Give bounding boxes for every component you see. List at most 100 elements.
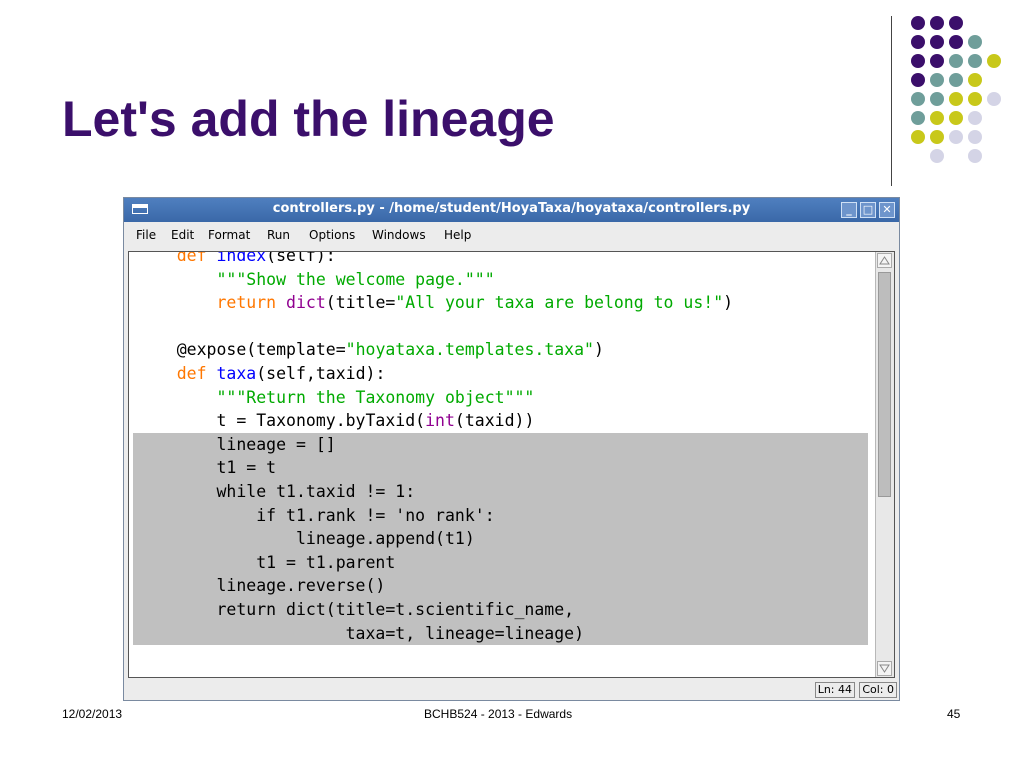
- code-line: """Show the welcome page.""": [137, 268, 868, 292]
- menu-help[interactable]: Help: [444, 228, 471, 242]
- code-token: t1 = t: [216, 458, 277, 478]
- menu-format[interactable]: Format: [208, 228, 250, 242]
- scroll-down-arrow-icon[interactable]: [877, 661, 892, 676]
- selected-code-line: lineage.append(t1): [133, 527, 868, 551]
- selected-code-line: t1 = t1.parent: [133, 550, 868, 575]
- menu-options[interactable]: Options: [309, 228, 355, 242]
- code-line: return dict(title="All your taxa are bel…: [137, 291, 868, 315]
- status-line-number: Ln: 44: [814, 682, 855, 698]
- decorative-dot: [930, 92, 944, 106]
- window-title: controllers.py - /home/student/HoyaTaxa/…: [272, 201, 751, 216]
- string-literal: "hoyataxa.templates.taxa": [345, 340, 594, 360]
- decorative-dot: [930, 111, 944, 125]
- code-line: def index(self):: [137, 251, 868, 268]
- code-token: while t1.taxid != 1:: [216, 481, 416, 501]
- code-line: @expose(template="hoyataxa.templates.tax…: [137, 338, 868, 362]
- selected-code-line: lineage = []: [133, 432, 868, 457]
- code-token: if t1.rank != 'no rank':: [256, 505, 495, 525]
- code-token: lineage = []: [216, 434, 336, 454]
- docstring: """Return the Taxonomy object""": [216, 387, 535, 407]
- selected-code-line: if t1.rank != 'no rank':: [133, 503, 868, 528]
- scroll-up-arrow-icon[interactable]: [877, 253, 892, 268]
- decorative-dot: [949, 92, 963, 106]
- slide-title: Let's add the lineage: [62, 91, 555, 147]
- minimize-button[interactable]: _: [841, 202, 857, 218]
- decorative-dot: [930, 16, 944, 30]
- decorative-dot: [968, 35, 982, 49]
- menu-windows[interactable]: Windows: [372, 228, 426, 242]
- editor-window: controllers.py - /home/student/HoyaTaxa/…: [123, 197, 900, 701]
- window-titlebar[interactable]: controllers.py - /home/student/HoyaTaxa/…: [124, 198, 899, 222]
- docstring: """Show the welcome page.""": [216, 269, 495, 289]
- decorative-dot: [911, 16, 925, 30]
- maximize-button[interactable]: □: [860, 202, 876, 218]
- decorative-dot: [949, 54, 963, 68]
- function-name: index: [216, 251, 267, 265]
- selected-code-line: lineage.reverse(): [133, 574, 868, 598]
- keyword: return: [216, 293, 277, 313]
- selected-code-line: t1 = t: [133, 456, 868, 480]
- decorative-dot: [949, 35, 963, 49]
- keyword: def: [176, 363, 207, 383]
- decorative-dot: [930, 54, 944, 68]
- decorative-dot: [949, 73, 963, 87]
- decorative-dot: [949, 111, 963, 125]
- decorative-dot: [911, 92, 925, 106]
- decorative-dot-grid: [904, 12, 1014, 172]
- decorative-dot: [949, 16, 963, 30]
- decorative-dot: [930, 73, 944, 87]
- string-literal: "All your taxa are belong to us!": [395, 293, 724, 313]
- code-token: (self):: [266, 251, 336, 265]
- builtin: int: [425, 411, 455, 431]
- decorative-dot: [968, 92, 982, 106]
- selected-code-line: return dict(title=t.scientific_name,: [133, 597, 868, 622]
- code-token: (taxid)): [454, 411, 535, 431]
- decorative-dot: [968, 149, 982, 163]
- code-token: t1 = t1.parent: [256, 552, 396, 572]
- menu-edit[interactable]: Edit: [171, 228, 194, 242]
- vertical-scrollbar[interactable]: [875, 252, 894, 677]
- scrollbar-thumb[interactable]: [878, 272, 891, 497]
- decorative-dot: [930, 149, 944, 163]
- selected-code-line: taxa=t, lineage=lineage): [133, 621, 868, 646]
- footer-page-number: 45: [947, 707, 961, 721]
- decorative-dot: [968, 111, 982, 125]
- code-token: ): [723, 293, 734, 313]
- builtin: dict: [286, 293, 326, 313]
- footer-course: BCHB524 - 2013 - Edwards: [424, 707, 573, 721]
- code-text[interactable]: def index(self): """Show the welcome pag…: [133, 251, 868, 646]
- menu-bar: File Edit Format Run Options Windows Hel…: [124, 224, 899, 246]
- decorative-dot: [987, 92, 1001, 106]
- status-column-number: Col: 0: [859, 682, 897, 698]
- code-token: t = Taxonomy.byTaxid(: [216, 411, 426, 431]
- function-name: taxa: [216, 363, 257, 383]
- code-token: ): [594, 340, 604, 360]
- code-line: def taxa(self,taxid):: [137, 362, 868, 386]
- decorative-dot: [968, 54, 982, 68]
- code-line: t = Taxonomy.byTaxid(int(taxid)): [137, 409, 868, 433]
- keyword: def: [176, 251, 207, 265]
- decorative-dot: [968, 130, 982, 144]
- decorative-dot: [949, 130, 963, 144]
- decorator: @expose(template=: [176, 340, 346, 360]
- decorative-dot: [911, 111, 925, 125]
- code-token: lineage.append(t1): [295, 529, 475, 549]
- code-token: (self,taxid):: [256, 363, 386, 383]
- code-token: return dict(title=t.scientific_name,: [216, 599, 575, 619]
- close-button[interactable]: ✕: [879, 202, 895, 218]
- menu-run[interactable]: Run: [267, 228, 290, 242]
- menu-file[interactable]: File: [136, 228, 156, 242]
- decorative-dot: [911, 54, 925, 68]
- decorative-dot: [930, 130, 944, 144]
- decorative-divider: [891, 16, 892, 186]
- status-bar: Ln: 44 Col: 0: [124, 680, 899, 700]
- code-token: lineage.reverse(): [216, 576, 386, 596]
- footer-date: 12/02/2013: [62, 707, 123, 721]
- code-editor[interactable]: def index(self): """Show the welcome pag…: [128, 251, 895, 678]
- decorative-dot: [911, 130, 925, 144]
- decorative-dot: [987, 54, 1001, 68]
- code-token: taxa=t, lineage=lineage): [345, 623, 585, 643]
- decorative-dot: [968, 73, 982, 87]
- decorative-dot: [911, 73, 925, 87]
